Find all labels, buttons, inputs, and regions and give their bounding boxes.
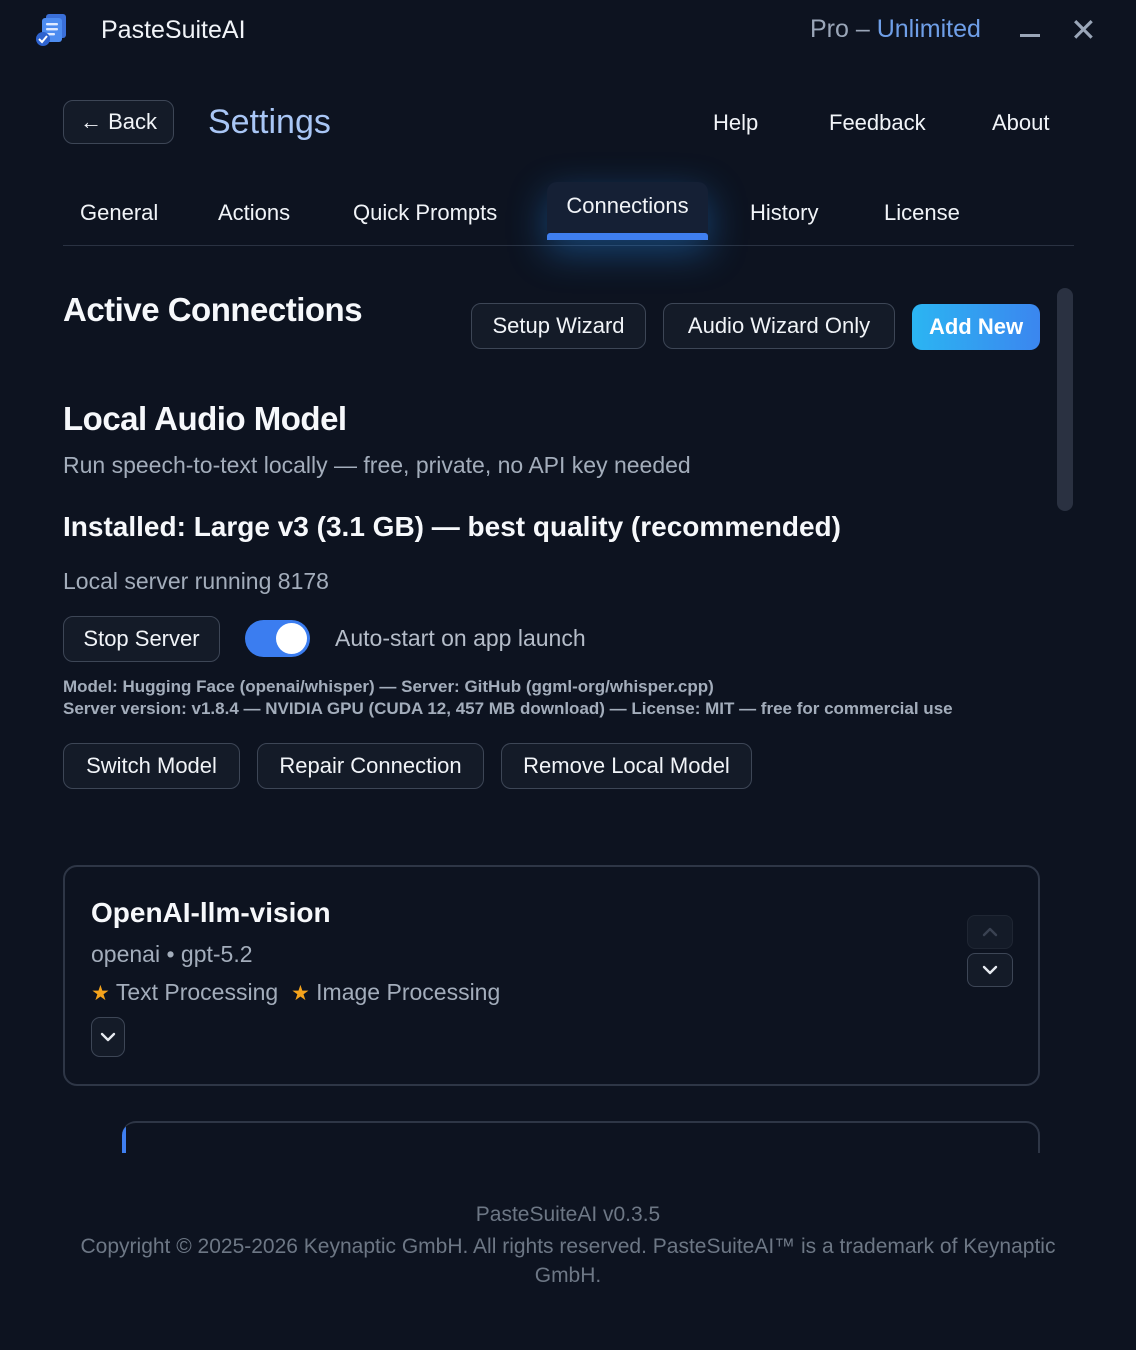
scrollbar-thumb[interactable] bbox=[1057, 288, 1073, 511]
title-bar: PasteSuiteAI Pro – Unlimited ✕ bbox=[0, 0, 1136, 62]
autostart-label: Auto-start on app launch bbox=[335, 625, 586, 651]
tab-quick-prompts[interactable]: Quick Prompts bbox=[353, 200, 497, 226]
star-icon: ★ bbox=[91, 982, 110, 1005]
connection-tags: ★ Text Processing ★ Image Processing bbox=[91, 979, 500, 1006]
tab-general[interactable]: General bbox=[80, 200, 158, 226]
tag-image-processing: Image Processing bbox=[316, 979, 501, 1005]
tab-license[interactable]: License bbox=[884, 200, 960, 226]
local-audio-subtitle: Run speech-to-text locally — free, priva… bbox=[63, 452, 691, 478]
autostart-toggle[interactable] bbox=[245, 620, 310, 657]
app-version: PasteSuiteAI v0.3.5 bbox=[475, 1203, 661, 1226]
model-meta-line2: Server version: v1.8.4 — NVIDIA GPU (CUD… bbox=[63, 699, 953, 718]
copyright: Copyright © 2025-2026 Keynaptic GmbH. Al… bbox=[80, 1235, 1056, 1287]
connection-name: OpenAI-llm-vision bbox=[91, 897, 331, 928]
app-logo-icon bbox=[36, 14, 66, 46]
close-icon[interactable]: ✕ bbox=[1070, 13, 1097, 47]
tab-actions[interactable]: Actions bbox=[218, 200, 290, 226]
next-connection-card bbox=[122, 1121, 1040, 1153]
setup-wizard-button[interactable]: Setup Wizard bbox=[471, 303, 646, 349]
chevron-down-icon bbox=[982, 965, 998, 975]
local-audio-title: Local Audio Model bbox=[63, 400, 347, 437]
audio-wizard-button[interactable]: Audio Wizard Only bbox=[663, 303, 895, 349]
tab-history[interactable]: History bbox=[750, 200, 818, 226]
active-connections-title: Active Connections bbox=[63, 291, 363, 328]
card-accent-bar bbox=[122, 1123, 126, 1153]
installed-model: Installed: Large v3 (3.1 GB) — best qual… bbox=[63, 511, 841, 542]
move-up-button[interactable] bbox=[967, 915, 1013, 949]
switch-model-button[interactable]: Switch Model bbox=[63, 743, 240, 789]
tab-connections[interactable]: Connections bbox=[547, 182, 708, 240]
minimize-icon[interactable] bbox=[1020, 34, 1040, 37]
plan-tier: Unlimited bbox=[876, 15, 981, 43]
chevron-down-icon bbox=[100, 1032, 116, 1042]
stop-server-button[interactable]: Stop Server bbox=[63, 616, 220, 662]
repair-connection-button[interactable]: Repair Connection bbox=[257, 743, 484, 789]
app-name: PasteSuiteAI bbox=[101, 16, 246, 44]
toggle-knob bbox=[276, 623, 307, 654]
feedback-link[interactable]: Feedback bbox=[829, 110, 926, 136]
about-link[interactable]: About bbox=[992, 110, 1050, 136]
plan-label: Pro – Unlimited bbox=[810, 15, 981, 44]
back-button[interactable]: ← Back bbox=[63, 100, 174, 144]
page-title: Settings bbox=[208, 103, 331, 141]
add-new-button[interactable]: Add New bbox=[912, 304, 1040, 350]
server-status: Local server running 8178 bbox=[63, 568, 329, 594]
help-link[interactable]: Help bbox=[713, 110, 758, 136]
chevron-up-icon bbox=[982, 927, 998, 937]
connection-detail: openai • gpt-5.2 bbox=[91, 941, 253, 967]
tab-connections-label: Connections bbox=[566, 193, 689, 218]
tag-text-processing: Text Processing bbox=[115, 979, 279, 1005]
remove-local-model-button[interactable]: Remove Local Model bbox=[501, 743, 752, 789]
settings-tabs: General Actions Quick Prompts Connection… bbox=[63, 180, 1074, 246]
move-down-button[interactable] bbox=[967, 953, 1013, 987]
active-tab-indicator bbox=[547, 233, 708, 240]
connection-card: OpenAI-llm-vision openai • gpt-5.2 ★ Tex… bbox=[63, 865, 1040, 1086]
expand-button[interactable] bbox=[91, 1017, 125, 1057]
star-icon: ★ bbox=[290, 982, 310, 1005]
plan-prefix: Pro – bbox=[810, 15, 877, 43]
model-meta-line1: Model: Hugging Face (openai/whisper) — S… bbox=[63, 677, 714, 696]
app-window: PasteSuiteAI Pro – Unlimited ✕ ← Back Se… bbox=[0, 0, 1136, 1350]
